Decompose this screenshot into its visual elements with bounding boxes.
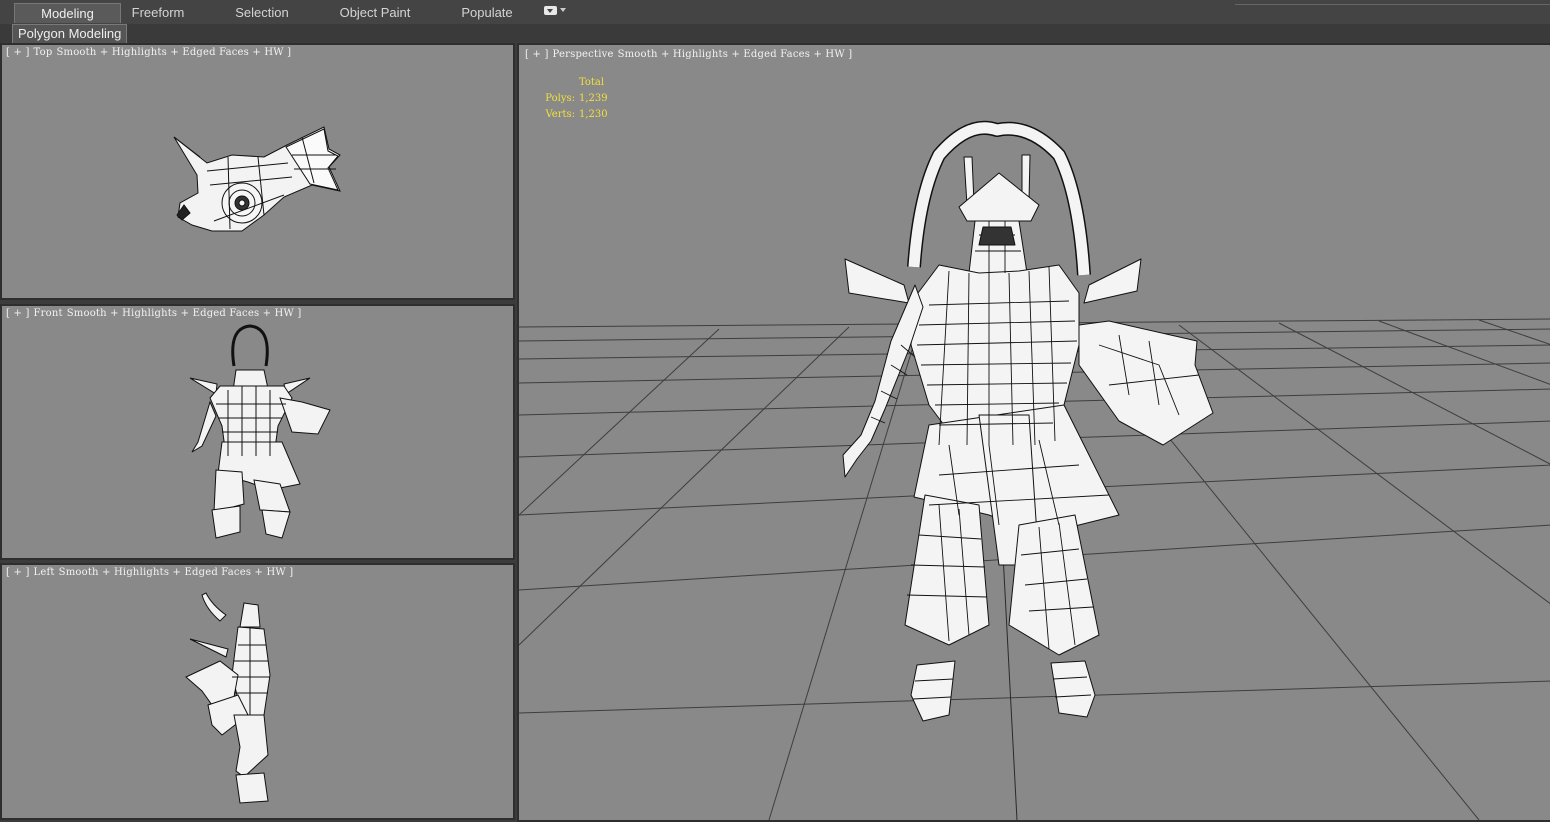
ribbon-divider — [1235, 4, 1550, 5]
ribbon-tab-bar: Modeling Freeform Selection Object Paint… — [0, 0, 1550, 25]
tab-modeling[interactable]: Modeling — [14, 3, 121, 23]
ribbon-options-icon[interactable] — [544, 5, 568, 19]
character-model — [842, 120, 1214, 722]
tab-populate[interactable]: Populate — [452, 3, 522, 22]
ribbon-panel-bar: Polygon Modeling — [0, 24, 1550, 44]
viewport-front[interactable]: [ + ] Front Smooth + Highlights + Edged Fa… — [0, 304, 515, 560]
viewport-perspective[interactable]: [ + ] Perspective Smooth + Highlights + Ed… — [517, 43, 1550, 822]
left-view-model — [185, 592, 271, 804]
tab-object-paint[interactable]: Object Paint — [330, 3, 420, 22]
polygon-modeling-button[interactable]: Polygon Modeling — [12, 24, 128, 44]
top-view-model — [173, 126, 341, 232]
tab-selection[interactable]: Selection — [224, 3, 300, 22]
viewport-left[interactable]: [ + ] Left Smooth + Highlights + Edged Fac… — [0, 563, 515, 820]
tab-freeform[interactable]: Freeform — [118, 3, 198, 22]
viewport-top[interactable]: [ + ] Top Smooth + Highlights + Edged Face… — [0, 43, 515, 300]
front-view-model — [189, 324, 331, 539]
